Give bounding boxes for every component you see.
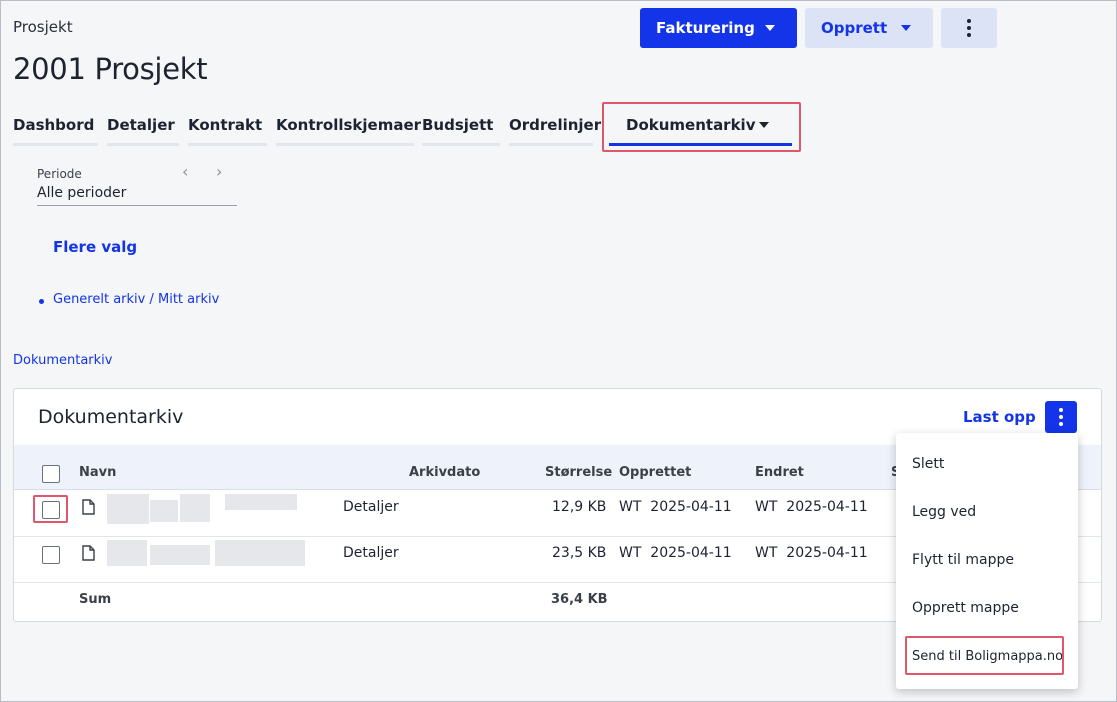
tab-kontrakt[interactable]: Kontrakt xyxy=(188,116,267,146)
row-created: WT 2025-04-11 xyxy=(619,499,732,515)
row-details-link[interactable]: Detaljer xyxy=(343,499,399,515)
opprett-label: Opprett xyxy=(821,19,888,37)
redacted-filename xyxy=(225,494,297,510)
tab-label: Kontrollskjemaer xyxy=(276,116,422,134)
menu-item-opprett-mappe[interactable]: Opprett mappe xyxy=(912,600,1019,616)
menu-highlight-box xyxy=(905,636,1064,675)
periode-select[interactable]: Alle perioder xyxy=(37,185,237,206)
row-changed: WT 2025-04-11 xyxy=(755,499,868,515)
chevron-right-icon[interactable]: › xyxy=(216,162,222,181)
sum-label: Sum xyxy=(79,592,112,607)
row-size: 23,5 KB xyxy=(552,545,607,561)
tab-label: Detaljer xyxy=(107,116,175,134)
redacted-filename xyxy=(180,494,210,522)
tab-label: Dashbord xyxy=(13,116,95,134)
tab-budsjett[interactable]: Budsjett xyxy=(422,116,500,146)
breadcrumb[interactable]: Prosjekt xyxy=(13,18,73,36)
menu-item-slett[interactable]: Slett xyxy=(912,456,944,472)
sum-value: 36,4 KB xyxy=(551,592,608,607)
row-size: 12,9 KB xyxy=(552,499,607,515)
menu-item-flytt-til-mappe[interactable]: Flytt til mappe xyxy=(912,552,1014,568)
redacted-filename xyxy=(107,494,149,524)
column-header-navn[interactable]: Navn xyxy=(79,465,116,480)
more-actions-button[interactable] xyxy=(941,8,997,48)
tab-detaljer[interactable]: Detaljer xyxy=(107,116,179,146)
page-title: 2001 Prosjekt xyxy=(13,52,208,86)
tab-label: Kontrakt xyxy=(188,116,263,134)
row-created: WT 2025-04-11 xyxy=(619,545,732,561)
file-icon xyxy=(82,499,95,515)
redacted-filename xyxy=(150,500,178,522)
card-title: Dokumentarkiv xyxy=(38,406,184,428)
chevron-left-icon[interactable]: ‹ xyxy=(182,162,188,181)
archive-link[interactable]: Generelt arkiv / Mitt arkiv xyxy=(53,292,219,307)
tab-highlight-box xyxy=(602,102,801,152)
redacted-filename xyxy=(150,545,210,565)
column-header-storrelse[interactable]: Størrelse xyxy=(545,465,612,480)
checkbox-highlight-box xyxy=(33,495,68,523)
file-icon xyxy=(82,545,95,561)
menu-item-legg-ved[interactable]: Legg ved xyxy=(912,504,976,520)
fakturering-label: Fakturering xyxy=(656,19,755,37)
tab-dashbord[interactable]: Dashbord xyxy=(13,116,98,146)
tab-kontrollskjemaer[interactable]: Kontrollskjemaer xyxy=(276,116,421,146)
redacted-filename xyxy=(107,540,147,566)
bullet-icon xyxy=(39,299,44,304)
select-all-checkbox[interactable] xyxy=(42,465,60,483)
fakturering-button[interactable]: Fakturering xyxy=(640,8,797,48)
chevron-down-icon xyxy=(901,25,911,31)
periode-label: Periode xyxy=(37,167,82,181)
column-header-arkivdato[interactable]: Arkivdato xyxy=(409,465,480,480)
row-checkbox[interactable] xyxy=(42,546,60,564)
tab-label: Ordrelinjer xyxy=(509,116,602,134)
row-details-link[interactable]: Detaljer xyxy=(343,545,399,561)
row-changed: WT 2025-04-11 xyxy=(755,545,868,561)
chevron-down-icon xyxy=(765,25,775,31)
kebab-icon xyxy=(967,19,971,37)
last-opp-button[interactable]: Last opp xyxy=(963,408,1036,426)
kebab-icon xyxy=(1059,408,1063,426)
column-header-opprettet[interactable]: Opprettet xyxy=(619,465,691,480)
dokumentarkiv-breadcrumb-link[interactable]: Dokumentarkiv xyxy=(13,353,112,368)
tab-label: Budsjett xyxy=(422,116,494,134)
tab-ordrelinjer[interactable]: Ordrelinjer xyxy=(509,116,601,146)
redacted-filename xyxy=(215,540,305,566)
card-more-button[interactable] xyxy=(1045,401,1077,433)
column-header-endret[interactable]: Endret xyxy=(755,465,804,480)
flere-valg-link[interactable]: Flere valg xyxy=(53,238,137,256)
opprett-button[interactable]: Opprett xyxy=(805,8,933,48)
